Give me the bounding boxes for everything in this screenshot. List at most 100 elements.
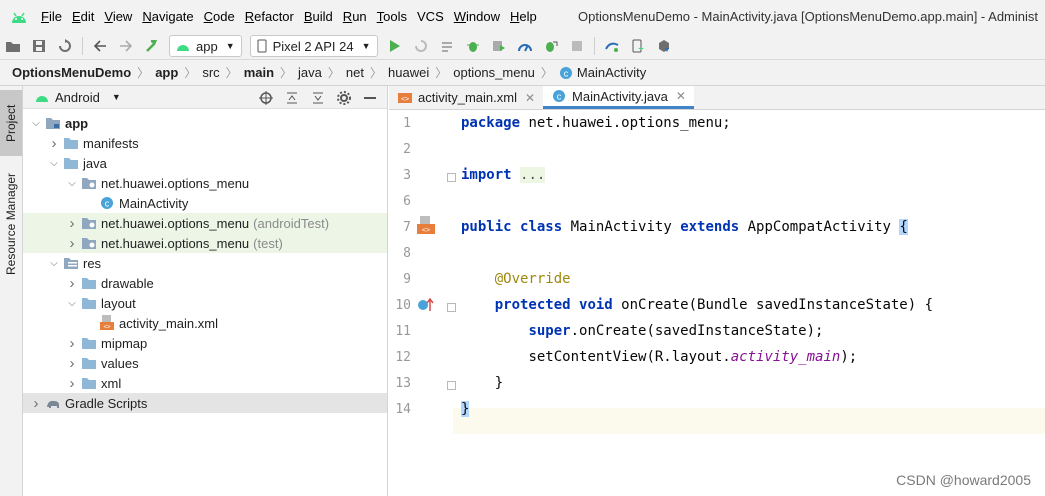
open-folder-icon[interactable] — [3, 36, 23, 56]
menu-item-edit[interactable]: Edit — [67, 0, 99, 33]
tree-item-label: net.huawei.options_menu — [101, 215, 250, 231]
override-method-gutter-icon[interactable] — [417, 297, 435, 316]
project-panel: Android ▼ ⌵ app › manifests ⌵ java ⌵ net.huawei… — [23, 86, 388, 496]
chevron-right-icon[interactable]: › — [65, 235, 79, 252]
menu-item-tools[interactable]: Tools — [372, 0, 412, 33]
sync-gradle-icon[interactable] — [602, 36, 622, 56]
tree-item[interactable]: › values — [23, 353, 387, 373]
menu-label-rest: avigate — [151, 9, 194, 24]
chevron-down-icon[interactable]: ⌵ — [29, 116, 43, 130]
code-text: MainActivity — [562, 219, 681, 235]
sdk-manager-icon[interactable] — [654, 36, 674, 56]
menu-item-view[interactable]: View — [99, 0, 137, 33]
tree-item[interactable]: c MainActivity — [23, 193, 387, 213]
close-icon[interactable]: ✕ — [525, 91, 535, 105]
run-with-coverage-icon[interactable] — [489, 36, 509, 56]
breadcrumb-item[interactable]: main — [244, 65, 274, 80]
run-config-select[interactable]: app ▼ — [169, 35, 242, 57]
apply-changes-icon[interactable] — [411, 36, 431, 56]
profiler-icon[interactable] — [515, 36, 535, 56]
debug-bug-icon[interactable] — [463, 36, 483, 56]
tree-item[interactable]: ⌵ layout — [23, 293, 387, 313]
tab-activity-main-xml[interactable]: <> activity_main.xml ✕ — [389, 86, 543, 109]
tree-item[interactable]: ⌵ app — [23, 113, 387, 133]
chevron-down-icon[interactable]: ⌵ — [65, 176, 79, 190]
build-hammer-icon[interactable] — [142, 36, 162, 56]
chevron-right-icon[interactable]: › — [65, 335, 79, 352]
breadcrumb-item[interactable]: OptionsMenuDemo — [12, 65, 131, 80]
close-icon[interactable]: ✕ — [676, 89, 686, 103]
svg-text:c: c — [105, 199, 110, 209]
attach-debugger-icon[interactable] — [541, 36, 561, 56]
resource-manager-tool-tab[interactable]: Resource Manager — [0, 164, 22, 284]
tree-item[interactable]: ⌵ net.huawei.options_menu — [23, 173, 387, 193]
apply-code-changes-icon[interactable] — [437, 36, 457, 56]
tree-item[interactable]: › xml — [23, 373, 387, 393]
project-view-select[interactable]: Android ▼ — [35, 90, 121, 105]
chevron-down-icon: ▼ — [361, 41, 371, 51]
code-area[interactable]: package net.huawei.options_menu; import … — [453, 111, 1045, 496]
tree-item[interactable]: › mipmap — [23, 333, 387, 353]
tree-item[interactable]: › net.huawei.options_menu (androidTest) — [23, 213, 387, 233]
tree-item[interactable]: ⌵ res — [23, 253, 387, 273]
breadcrumb-item[interactable]: src — [202, 65, 219, 80]
menu-item-refactor[interactable]: Refactor — [240, 0, 299, 33]
menu-item-code[interactable]: Code — [199, 0, 240, 33]
folded-imports[interactable]: ... — [520, 167, 546, 183]
project-tool-tab[interactable]: Project — [0, 90, 22, 156]
layout-preview-gutter-icon[interactable]: <> — [417, 216, 437, 239]
svg-text:c: c — [557, 92, 562, 102]
tree-item[interactable]: <> activity_main.xml — [23, 313, 387, 333]
tree-item[interactable]: › Gradle Scripts — [23, 393, 387, 413]
sync-icon[interactable] — [55, 36, 75, 56]
menu-item-help[interactable]: Help — [505, 0, 542, 33]
chevron-right-icon[interactable]: › — [65, 215, 79, 232]
chevron-right-icon[interactable]: › — [29, 395, 43, 412]
gradle-icon — [45, 395, 61, 411]
tab-main-activity-java[interactable]: c MainActivity.java ✕ — [543, 86, 694, 109]
chevron-down-icon[interactable]: ⌵ — [47, 256, 61, 270]
breadcrumb-separator: 〉 — [370, 66, 383, 80]
back-arrow-icon[interactable] — [90, 36, 110, 56]
avd-manager-icon[interactable] — [628, 36, 648, 56]
stop-icon[interactable] — [567, 36, 587, 56]
menu-item-window[interactable]: Window — [449, 0, 505, 33]
breadcrumb-item[interactable]: app — [155, 65, 178, 80]
breadcrumb-item[interactable]: java — [298, 65, 322, 80]
gear-icon[interactable] — [333, 87, 355, 109]
device-select[interactable]: Pixel 2 API 24 ▼ — [249, 35, 378, 57]
menu-item-run[interactable]: Run — [338, 0, 372, 33]
run-icon[interactable] — [385, 36, 405, 56]
tree-item[interactable]: ⌵ java — [23, 153, 387, 173]
chevron-right-icon[interactable]: › — [47, 135, 61, 152]
locate-target-icon[interactable] — [255, 87, 277, 109]
module-folder-icon — [45, 115, 61, 131]
chevron-down-icon[interactable]: ⌵ — [65, 296, 79, 310]
menu-item-build[interactable]: Build — [299, 0, 338, 33]
chevron-down-icon[interactable]: ⌵ — [47, 156, 61, 170]
expand-all-icon[interactable] — [281, 87, 303, 109]
chevron-right-icon[interactable]: › — [65, 355, 79, 372]
menu-item-file[interactable]: File — [36, 0, 67, 33]
tree-item[interactable]: › drawable — [23, 273, 387, 293]
save-icon[interactable] — [29, 36, 49, 56]
breadcrumb-item[interactable]: net — [346, 65, 364, 80]
menu-label-rest: indow — [466, 9, 500, 24]
tree-item-label: xml — [101, 375, 122, 391]
breadcrumb-item[interactable]: huawei — [388, 65, 429, 80]
menu-label-rest: efactor — [254, 9, 294, 24]
menu-item-vcs[interactable]: VCS — [412, 0, 449, 33]
tree-item[interactable]: › net.huawei.options_menu (test) — [23, 233, 387, 253]
collapse-all-icon[interactable] — [307, 87, 329, 109]
hide-panel-icon[interactable] — [359, 87, 381, 109]
breadcrumb-item[interactable]: options_menu — [453, 65, 535, 80]
tree-item-label: manifests — [83, 135, 139, 151]
breadcrumb-item[interactable]: c MainActivity — [559, 65, 646, 80]
forward-arrow-icon[interactable] — [116, 36, 136, 56]
tree-item[interactable]: › manifests — [23, 133, 387, 153]
chevron-right-icon[interactable]: › — [65, 375, 79, 392]
menu-item-navigate[interactable]: Navigate — [137, 0, 198, 33]
chevron-right-icon[interactable]: › — [65, 275, 79, 292]
code-text: .onCreate(savedInstanceState); — [570, 323, 824, 339]
